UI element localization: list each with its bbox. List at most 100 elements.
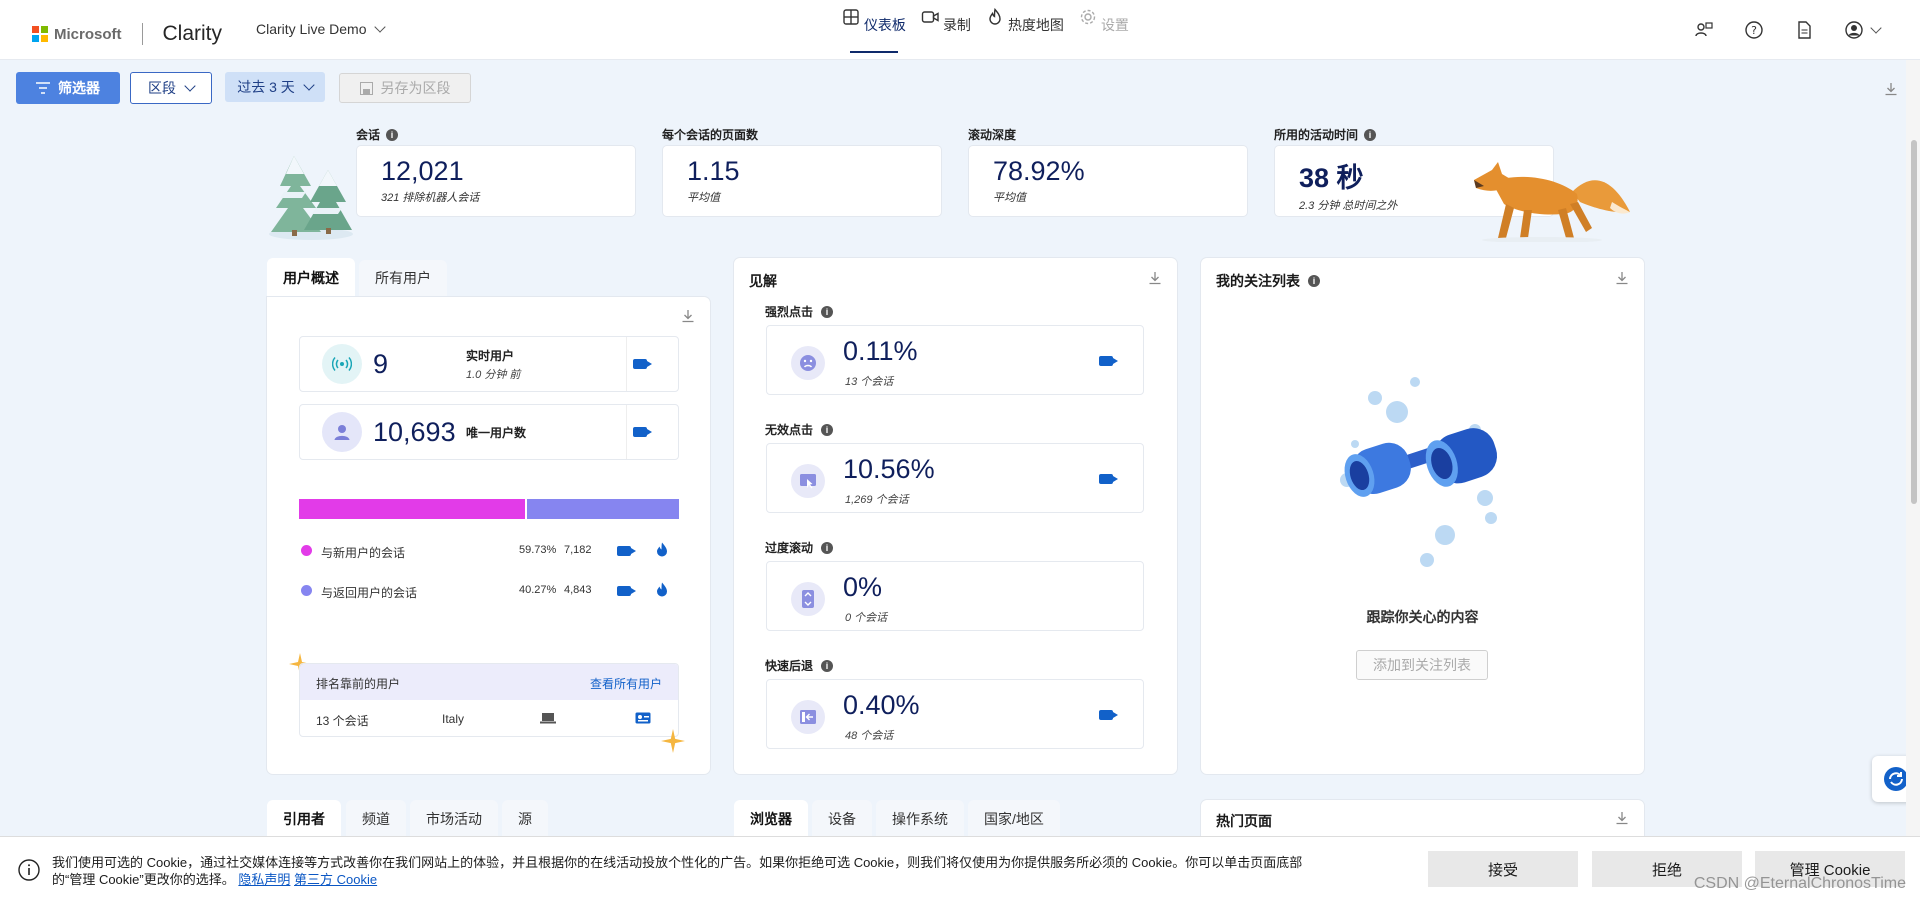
info-icon[interactable]: i — [386, 128, 399, 141]
quick-backs-card[interactable]: 0.40% 48 个会话 — [766, 679, 1144, 749]
nav-dashboard[interactable]: 仪表板 — [838, 8, 910, 53]
user-account-icon — [1845, 21, 1863, 39]
tab-campaigns[interactable]: 市场活动 — [410, 800, 498, 838]
info-icon[interactable]: i — [821, 305, 834, 318]
tab-all-users[interactable]: 所有用户 — [359, 260, 447, 296]
recording-icon[interactable] — [633, 427, 652, 437]
tab-devices[interactable]: 设备 — [812, 800, 872, 838]
download-icon[interactable] — [1615, 811, 1629, 825]
privacy-link[interactable]: 隐私声明 — [238, 872, 290, 887]
nav-heatmaps[interactable]: 热度地图 — [982, 7, 1068, 35]
nav-dashboard-label: 仪表板 — [863, 17, 906, 33]
segment-dropdown-label: 区段 — [148, 80, 176, 96]
tab-referrers[interactable]: 引用者 — [267, 800, 341, 838]
microsoft-logo[interactable]: Microsoft Clarity — [32, 22, 222, 46]
recording-icon[interactable] — [633, 359, 652, 369]
info-icon[interactable]: i — [1364, 128, 1377, 141]
excessive-scrolling-card[interactable]: 0% 0 个会话 — [766, 561, 1144, 631]
scroll-icon — [791, 582, 825, 616]
date-range-dropdown[interactable]: 过去 3 天 — [225, 72, 325, 102]
chevron-down-icon — [1870, 22, 1882, 34]
recording-icon[interactable] — [1099, 474, 1118, 484]
tab-channels[interactable]: 频道 — [346, 800, 406, 838]
account-menu[interactable] — [1844, 20, 1882, 40]
save-segment-label: 另存为区段 — [380, 80, 451, 96]
returning-users-segment[interactable] — [527, 499, 679, 519]
info-icon[interactable]: i — [821, 423, 834, 436]
document-icon[interactable] — [1794, 20, 1814, 40]
save-icon — [359, 81, 373, 95]
legend-percent: 59.73% — [519, 544, 557, 556]
share-users-icon[interactable] — [1694, 20, 1714, 40]
recording-icon[interactable] — [1099, 710, 1118, 720]
recording-icon[interactable] — [617, 546, 636, 556]
filters-button[interactable]: 筛选器 — [16, 72, 120, 104]
tab-user-overview[interactable]: 用户概述 — [267, 258, 355, 298]
dead-clicks-label: 无效点击 i — [765, 421, 834, 438]
download-icon[interactable] — [681, 309, 695, 323]
live-users-card[interactable]: 9 实时用户 1.0 分钟 前 — [299, 336, 679, 392]
recording-icon[interactable] — [1099, 356, 1118, 366]
info-icon[interactable]: i — [1308, 275, 1320, 287]
dead-clicks-card[interactable]: 10.56% 1,269 个会话 — [766, 443, 1144, 513]
user-icon — [322, 412, 362, 452]
nav-settings[interactable]: 设置 — [1068, 8, 1140, 35]
binoculars-illustration — [1340, 377, 1498, 567]
heatmap-icon[interactable] — [656, 582, 668, 597]
sparkle-icon — [661, 729, 685, 753]
active-time-label-text: 所用的活动时间 — [1274, 128, 1359, 142]
legend-label: 与返回用户的会话 — [321, 586, 418, 600]
sessions-label: 会话 i — [356, 126, 399, 143]
date-range-label: 过去 3 天 — [237, 79, 295, 95]
add-to-watchlist-button[interactable]: 添加到关注列表 — [1356, 650, 1488, 680]
pages-per-session-sub: 平均值 — [687, 192, 720, 204]
project-name: Clarity Live Demo — [256, 21, 367, 37]
new-users-segment[interactable] — [299, 499, 525, 519]
watchlist-title: 我的关注列表 i — [1216, 271, 1320, 291]
project-selector[interactable]: Clarity Live Demo — [256, 21, 387, 37]
top-user-row[interactable]: 13 个会话 Italy — [300, 700, 678, 736]
nav-recordings[interactable]: 录制 — [910, 8, 982, 35]
segment-dropdown[interactable]: 区段 — [130, 72, 212, 104]
help-icon[interactable]: ? — [1744, 20, 1764, 40]
download-icon[interactable] — [1615, 271, 1629, 285]
top-pages-title: 热门页面 — [1216, 813, 1272, 829]
logo-divider — [141, 23, 143, 45]
dead-clicks-sub: 1,269 个会话 — [845, 494, 909, 506]
heatmap-icon[interactable] — [656, 542, 668, 557]
live-users-label: 实时用户 — [466, 349, 515, 363]
scrollbar-thumb[interactable] — [1911, 140, 1917, 504]
page-scrollbar[interactable] — [1906, 60, 1920, 836]
tab-browsers[interactable]: 浏览器 — [734, 800, 808, 838]
live-users-sub: 1.0 分钟 前 — [466, 369, 521, 381]
unique-users-value: 10,693 — [373, 417, 456, 447]
live-signal-icon — [322, 344, 362, 384]
fox-illustration — [1474, 162, 1630, 242]
save-segment-button[interactable]: 另存为区段 — [339, 73, 471, 103]
filter-icon — [36, 82, 50, 94]
watchlist-panel: 我的关注列表 i 跟踪你关心的内容 添加到关注列表 — [1201, 258, 1644, 774]
tab-os[interactable]: 操作系统 — [876, 800, 964, 838]
third-party-cookie-link[interactable]: 第三方 Cookie — [294, 872, 377, 887]
insights-panel: 见解 强烈点击 i 0.11% 13 个会话 无效点击 i 10.56% 1,269… — [734, 258, 1177, 774]
legend-count: 7,182 — [564, 544, 592, 556]
recording-icon — [921, 11, 939, 23]
info-icon[interactable]: i — [821, 541, 834, 554]
pages-per-session-label-text: 每个会话的页面数 — [662, 128, 759, 142]
excessive-scrolling-label: 过度滚动 i — [765, 539, 834, 556]
unique-users-card[interactable]: 10,693 唯一用户数 — [299, 404, 679, 460]
legend-dot — [301, 545, 312, 556]
recording-icon[interactable] — [617, 586, 636, 596]
view-all-users-link[interactable]: 查看所有用户 — [590, 675, 662, 692]
download-icon[interactable] — [1148, 271, 1162, 285]
pages-per-session-value: 1.15 — [687, 156, 740, 186]
rage-clicks-card[interactable]: 0.11% 13 个会话 — [766, 325, 1144, 395]
download-icon[interactable] — [1884, 82, 1898, 96]
info-icon[interactable]: i — [821, 659, 834, 672]
id-card-icon[interactable] — [635, 712, 651, 724]
tab-sources[interactable]: 源 — [502, 800, 548, 838]
quick-backs-label-text: 快速后退 — [765, 659, 814, 673]
nav-settings-label: 设置 — [1100, 17, 1129, 33]
tab-countries[interactable]: 国家/地区 — [968, 800, 1060, 838]
accept-cookies-button[interactable]: 接受 — [1428, 851, 1578, 887]
